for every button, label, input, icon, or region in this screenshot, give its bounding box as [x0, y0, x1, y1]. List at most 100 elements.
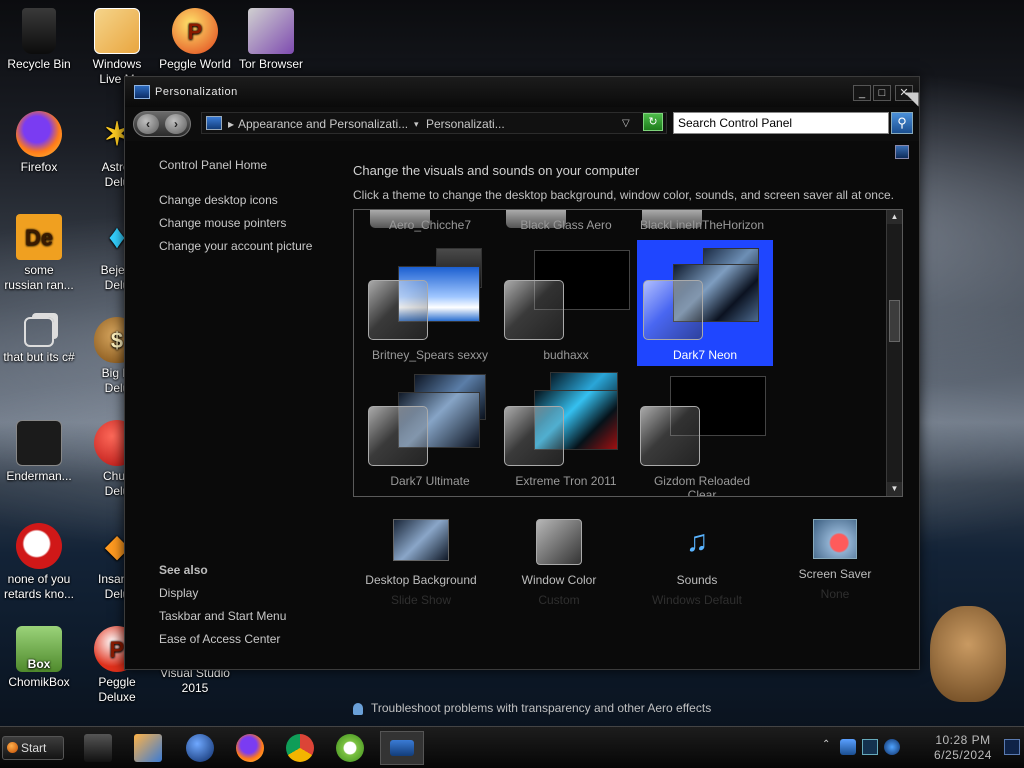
theme-label: Extreme Tron 2011	[515, 474, 617, 488]
minimize-button[interactable]: _	[853, 85, 871, 101]
theme-extreme-tron[interactable]: Extreme Tron 2011	[498, 366, 634, 492]
address-dropdown-icon[interactable]: ▽	[622, 118, 630, 129]
help-icon[interactable]	[895, 145, 909, 159]
taskbar-media-player[interactable]	[130, 731, 166, 765]
theme-dark7-neon[interactable]: Dark7 Neon	[637, 240, 773, 366]
dark-box-icon	[84, 734, 112, 762]
desktop-icon-label: some russian ran...	[4, 263, 74, 292]
breadcrumb-personalization[interactable]: Personalizati...	[426, 117, 505, 131]
scroll-up-icon[interactable]: ▲	[887, 210, 902, 224]
show-hidden-icons-icon[interactable]: ⌃	[822, 739, 838, 755]
title-bar[interactable]: Personalization _ □ ✕	[125, 77, 919, 107]
back-button[interactable]: ‹	[137, 114, 159, 134]
address-bar[interactable]: ▸ Appearance and Personalizati... ▾ Pers…	[201, 112, 667, 134]
maximize-button[interactable]: □	[873, 85, 891, 101]
change-mouse-pointers-link[interactable]: Change mouse pointers	[159, 216, 286, 230]
breadcrumb-appearance[interactable]: Appearance and Personalizati...	[238, 117, 408, 131]
taskbar-chrome[interactable]	[282, 731, 318, 765]
theme-blacklineinthehorizon[interactable]: BlackLineInTheHorizon	[634, 210, 770, 232]
desktop-icon-visual-studio[interactable]: Visual Studio 2015	[157, 666, 233, 696]
desktop-icon-recycle-bin[interactable]: Recycle Bin	[1, 8, 77, 72]
desktop-icon-label: ChomikBox	[8, 675, 70, 689]
left-pane: Control Panel Home Change desktop icons …	[125, 141, 341, 669]
screen-saver-icon	[813, 519, 857, 559]
volume-icon[interactable]	[884, 739, 900, 755]
theme-black-glass-aero[interactable]: Black Glass Aero	[498, 210, 634, 232]
taskbar-firefox[interactable]	[232, 731, 268, 765]
page-heading: Change the visuals and sounds on your co…	[353, 163, 640, 178]
peggle-icon: P	[172, 8, 218, 54]
window-glass-preview	[640, 406, 700, 466]
network-icon[interactable]	[840, 739, 856, 755]
theme-dark7-ultimate[interactable]: Dark7 Ultimate	[362, 366, 498, 492]
media-player-icon	[134, 734, 162, 762]
control-panel-icon	[134, 85, 150, 99]
desktop-icon-tor-browser[interactable]: Tor Browser	[233, 8, 309, 72]
start-button[interactable]: Start	[2, 736, 64, 760]
theme-aero-chicche7[interactable]: Aero_Chicche7	[362, 210, 498, 232]
scroll-thumb[interactable]	[889, 300, 900, 342]
troubleshoot-link[interactable]: Troubleshoot problems with transparency …	[353, 701, 711, 715]
theme-label: Britney_Spears sexxy	[371, 348, 489, 362]
change-account-picture-link[interactable]: Change your account picture	[159, 239, 312, 253]
scroll-down-icon[interactable]: ▼	[887, 482, 902, 496]
theme-budhaxx[interactable]: budhaxx	[498, 240, 634, 366]
taskbar-recycle-app[interactable]	[80, 731, 116, 765]
theme-britney-spears[interactable]: Britney_Spears sexxy	[362, 240, 498, 366]
forward-button[interactable]: ›	[165, 114, 187, 134]
desktop-icon-label: Enderman...	[6, 469, 72, 483]
theme-label: budhaxx	[543, 348, 589, 362]
start-label: Start	[21, 741, 47, 755]
desktop-icon-peggle-world[interactable]: P Peggle World	[157, 8, 233, 72]
page-subheading: Click a theme to change the desktop back…	[353, 188, 894, 202]
taskbar-control-panel[interactable]	[380, 731, 424, 765]
system-tray: ⌃ 10:28 PM 6/25/2024	[814, 727, 1024, 768]
desktop-icon-enderman[interactable]: Enderman...	[1, 420, 77, 484]
search-input[interactable]	[674, 113, 888, 133]
display-icon[interactable]	[862, 739, 878, 755]
sounds-setting[interactable]: ♫ Sounds Windows Default	[627, 519, 767, 607]
theme-list-scrollbar[interactable]: ▲ ▼	[886, 210, 902, 496]
window-color-setting[interactable]: Window Color Custom	[489, 519, 629, 607]
display-link[interactable]: Display	[159, 586, 198, 600]
window-glass-preview	[504, 406, 564, 466]
desktop-icon-none-of-you[interactable]: none of you retards kno...	[1, 523, 77, 602]
ease-of-access-link[interactable]: Ease of Access Center	[159, 632, 280, 646]
desktop-background-setting[interactable]: Desktop Background Slide Show	[351, 519, 491, 607]
theme-gizdom-reloaded[interactable]: Gizdom Reloaded Clear	[634, 366, 770, 496]
navigation-bar: ‹ › ▸ Appearance and Personalizati... ▾ …	[125, 107, 919, 141]
start-orb-icon	[7, 742, 18, 753]
control-panel-home-link[interactable]: Control Panel Home	[159, 158, 267, 172]
taskbar-start-menu-link[interactable]: Taskbar and Start Menu	[159, 609, 286, 623]
desktop-icon-firefox[interactable]: Firefox	[1, 111, 77, 175]
search-icon[interactable]: ⚲	[891, 112, 913, 134]
change-desktop-icons-link[interactable]: Change desktop icons	[159, 193, 278, 207]
setting-title: Window Color	[521, 573, 597, 587]
desktop-icon-label: that but its c#	[3, 350, 75, 364]
desktop-icon-chomikbox[interactable]: Box ChomikBox	[1, 626, 77, 690]
desktop-icon-that-but-its-csharp[interactable]: that but its c#	[1, 317, 77, 365]
desktop-icon-some-russian[interactable]: De some russian ran...	[1, 214, 77, 293]
window-color-icon	[536, 519, 582, 565]
clock[interactable]: 10:28 PM 6/25/2024	[918, 733, 1008, 763]
show-desktop-icon[interactable]	[1004, 739, 1020, 755]
theme-label: BlackLineInTheHorizon	[639, 218, 765, 232]
shield-icon	[353, 702, 363, 715]
setting-value: Slide Show	[390, 593, 452, 607]
desktop-icon-label: Recycle Bin	[7, 57, 71, 71]
search-box[interactable]	[673, 112, 889, 134]
main-pane: Change the visuals and sounds on your co…	[351, 141, 909, 715]
taskbar-globe-app[interactable]	[182, 731, 218, 765]
personalization-window: Personalization _ □ ✕ ‹ › ▸ Appearance a…	[124, 76, 920, 715]
troubleshoot-text: Troubleshoot problems with transparency …	[371, 701, 712, 715]
desktop-icon-label: none of you retards kno...	[3, 572, 75, 601]
screen-saver-setting[interactable]: Screen Saver None	[765, 519, 905, 601]
firefox-icon	[16, 111, 62, 157]
recycle-bin-icon	[22, 8, 56, 54]
chevron-down-icon[interactable]: ▾	[414, 119, 419, 130]
setting-value: Custom	[538, 593, 580, 607]
refresh-button[interactable]: ↻	[643, 113, 663, 131]
breadcrumb-separator-icon: ▸	[228, 117, 235, 131]
desktop-icon-label: Firefox	[20, 160, 58, 174]
taskbar-green-app[interactable]	[332, 731, 368, 765]
